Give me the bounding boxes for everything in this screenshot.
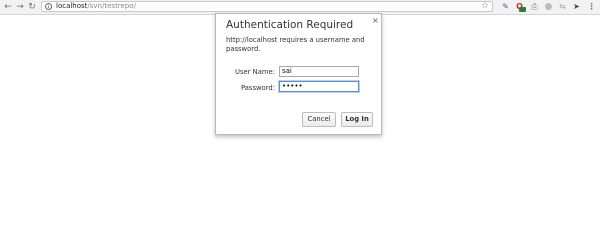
- forward-arrow-icon[interactable]: →: [15, 1, 25, 13]
- password-label: Password:: [240, 84, 275, 92]
- cancel-button[interactable]: Cancel: [302, 112, 336, 127]
- url-host: localhost: [56, 2, 88, 10]
- auth-dialog: Authentication Required × http://localho…: [215, 13, 382, 135]
- rocket-icon[interactable]: ➤: [572, 2, 581, 11]
- url-text: localhost/svn/testrepo/: [56, 2, 136, 11]
- reload-icon[interactable]: ↻: [27, 1, 37, 13]
- menu-icon[interactable]: ⋮: [587, 2, 596, 11]
- close-icon[interactable]: ×: [372, 16, 379, 26]
- extension-badge: [519, 7, 526, 12]
- address-bar[interactable]: i localhost/svn/testrepo/ ☆: [41, 1, 493, 12]
- pencil-icon[interactable]: ✎: [501, 2, 510, 11]
- bookmark-star-icon[interactable]: ☆: [481, 1, 489, 11]
- password-field[interactable]: •••••: [279, 81, 359, 92]
- arrows-icon[interactable]: ⇆: [558, 2, 567, 11]
- circle-icon[interactable]: [544, 2, 553, 11]
- dialog-title: Authentication Required: [226, 19, 354, 31]
- username-label: User Name:: [235, 68, 275, 76]
- url-path: /svn/testrepo/: [87, 2, 136, 10]
- printer-icon[interactable]: ⎙: [530, 2, 539, 11]
- back-arrow-icon[interactable]: ←: [3, 1, 13, 13]
- login-button[interactable]: Log In: [341, 112, 373, 127]
- dialog-message: http://localhost requires a username and…: [226, 36, 365, 53]
- username-field[interactable]: sai: [279, 66, 359, 77]
- info-icon[interactable]: i: [45, 3, 52, 10]
